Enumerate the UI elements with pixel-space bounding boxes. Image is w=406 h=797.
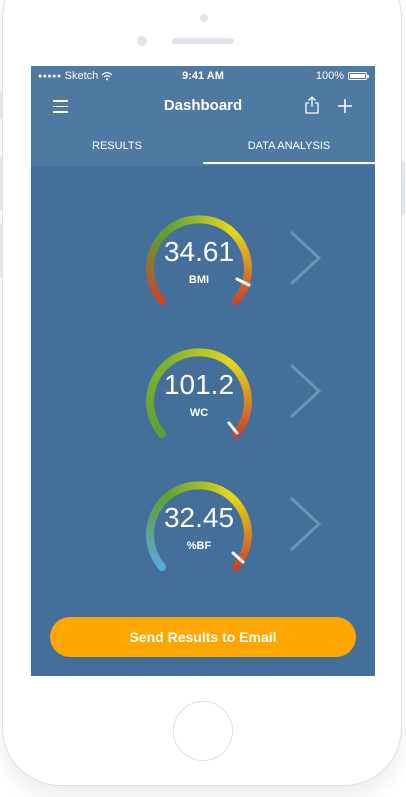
nav-bar: Dashboard bbox=[31, 86, 375, 126]
volume-down-button bbox=[0, 224, 2, 278]
chevron-right-icon[interactable] bbox=[287, 361, 323, 421]
chevron-right-icon[interactable] bbox=[287, 228, 323, 288]
status-bar: ●●●●● Sketch 9:41 AM 100% bbox=[31, 66, 375, 86]
plus-icon[interactable] bbox=[337, 98, 353, 114]
volume-up-button bbox=[0, 156, 2, 210]
chevron-right-icon[interactable] bbox=[287, 494, 323, 554]
sensor-dot bbox=[200, 14, 208, 22]
bodyfat-value: 32.45 bbox=[163, 502, 235, 533]
home-button[interactable] bbox=[173, 701, 233, 761]
active-tab-indicator bbox=[203, 162, 375, 164]
mute-switch bbox=[0, 91, 2, 119]
bmi-value: 34.61 bbox=[163, 236, 235, 267]
tab-data-analysis[interactable]: DATA ANALYSIS bbox=[203, 126, 375, 166]
bmi-label: BMI bbox=[188, 274, 210, 286]
bodyfat-gauge[interactable]: 32.45 %BF bbox=[141, 470, 257, 580]
bodyfat-label: %BF bbox=[186, 540, 212, 552]
share-icon[interactable] bbox=[305, 96, 319, 114]
tab-results[interactable]: RESULTS bbox=[31, 126, 203, 166]
wc-value: 101.2 bbox=[163, 369, 235, 400]
wc-label: WC bbox=[189, 407, 209, 419]
battery-icon bbox=[348, 72, 369, 80]
app-screen: ●●●●● Sketch 9:41 AM 100% Dashboard RESU… bbox=[31, 66, 375, 676]
power-button bbox=[402, 161, 405, 215]
bmi-gauge[interactable]: 34.61 BMI bbox=[141, 204, 257, 314]
earpiece-speaker bbox=[172, 38, 234, 44]
wc-gauge[interactable]: 101.2 WC bbox=[141, 337, 257, 447]
send-email-button[interactable]: Send Results to Email bbox=[50, 617, 356, 657]
page-title: Dashboard bbox=[163, 97, 243, 114]
front-camera bbox=[137, 36, 147, 46]
tab-bar: RESULTS DATA ANALYSIS bbox=[31, 126, 375, 166]
battery-group: 100% bbox=[315, 70, 369, 82]
battery-percent: 100% bbox=[315, 70, 344, 82]
